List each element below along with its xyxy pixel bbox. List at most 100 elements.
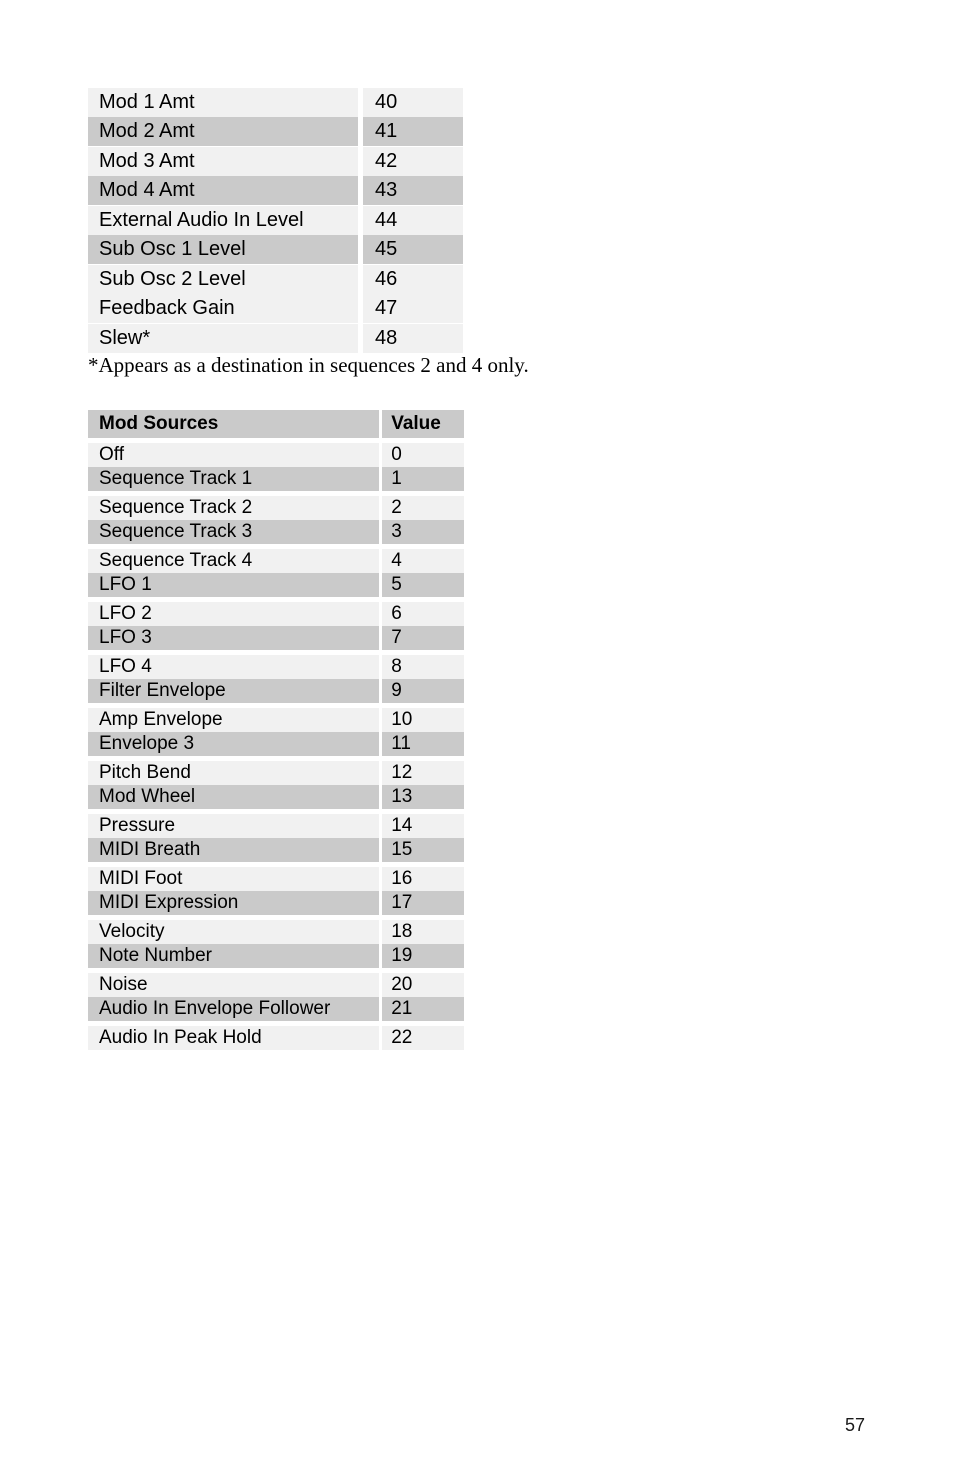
row-label: Envelope 3 <box>88 732 380 756</box>
row-label: Velocity <box>88 920 380 944</box>
row-label: Audio In Envelope Follower <box>88 997 380 1021</box>
table-row: MIDI Expression 17 <box>88 891 464 915</box>
row-label: External Audio In Level <box>88 206 358 235</box>
row-value: 10 <box>382 708 464 732</box>
row-label: Sequence Track 4 <box>88 549 380 573</box>
row-label: Mod Wheel <box>88 785 380 809</box>
row-label: Slew* <box>88 324 358 353</box>
row-label: Off <box>88 443 380 467</box>
table-row: Filter Envelope 9 <box>88 679 464 703</box>
table-row: Note Number 19 <box>88 944 464 968</box>
table-row: Mod 2 Amt 41 <box>88 117 464 146</box>
row-value: 14 <box>382 814 464 838</box>
mod-destinations-table: Mod 1 Amt 40 Mod 2 Amt 41 Mod 3 Amt 42 Mod 4 A… <box>88 88 464 353</box>
table-row: Pressure 14 <box>88 814 464 838</box>
row-label: MIDI Breath <box>88 838 380 862</box>
row-label: Amp Envelope <box>88 708 380 732</box>
table-row: MIDI Foot 16 <box>88 867 464 891</box>
table-row: Feedback Gain 47 <box>88 294 464 323</box>
row-value: 5 <box>382 573 464 597</box>
row-value: 7 <box>382 626 464 650</box>
row-value: 21 <box>382 997 464 1021</box>
row-label: LFO 4 <box>88 655 380 679</box>
row-label: Audio In Peak Hold <box>88 1026 380 1050</box>
row-value: 47 <box>363 294 463 323</box>
table-row: LFO 15 <box>88 573 464 597</box>
row-value: 40 <box>363 88 463 117</box>
row-value: 44 <box>363 206 463 235</box>
row-value: 46 <box>363 265 463 294</box>
row-value: 20 <box>382 973 464 997</box>
row-label: MIDI Foot <box>88 867 380 891</box>
row-label: Mod 4 Amt <box>88 176 358 205</box>
table-row: LFO 26 <box>88 602 464 626</box>
row-value: 16 <box>382 867 464 891</box>
table-row: Velocity 18 <box>88 920 464 944</box>
row-value: 43 <box>363 176 463 205</box>
column-header-label: Mod Sources <box>88 410 380 438</box>
table-row: Sequence Track 22 <box>88 496 464 520</box>
row-label: LFO 1 <box>88 573 380 597</box>
page-number: 57 <box>845 1415 866 1435</box>
row-value: 11 <box>382 732 464 756</box>
row-value: 9 <box>382 679 464 703</box>
row-value: 17 <box>382 891 464 915</box>
row-label: Mod 2 Amt <box>88 117 358 146</box>
table-row: Envelope 3 11 <box>88 732 464 756</box>
table-row: Sequence Track 11 <box>88 467 464 491</box>
row-value: 13 <box>382 785 464 809</box>
table-row: Mod 4 Amt 43 <box>88 176 464 205</box>
row-label: Sub Osc 2 Level <box>88 265 358 294</box>
row-label: Pitch Bend <box>88 761 380 785</box>
row-value: 6 <box>382 602 464 626</box>
table-row: Sequence Track 44 <box>88 549 464 573</box>
table-row: Sub Osc 2 Level 46 <box>88 265 464 294</box>
footnote-text: *Appears as a destination in sequences 2… <box>88 353 529 377</box>
row-value: 45 <box>363 235 463 264</box>
row-label: Sequence Track 1 <box>88 467 380 491</box>
table-row: Amp Envelope 10 <box>88 708 464 732</box>
row-value: 8 <box>382 655 464 679</box>
table-row: Audio In Peak Hold 22 <box>88 1026 464 1050</box>
table-row: Mod 1 Amt 40 <box>88 88 464 117</box>
table-header-row: Mod Sources Value <box>88 410 464 438</box>
row-label: Sequence Track 3 <box>88 520 380 544</box>
row-value: 0 <box>382 443 464 467</box>
column-header-value: Value <box>382 410 464 438</box>
table-row: LFO 48 <box>88 655 464 679</box>
row-label: Feedback Gain <box>88 294 358 323</box>
table-row: Audio In Envelope Follower 21 <box>88 997 464 1021</box>
row-value: 19 <box>382 944 464 968</box>
row-label: Note Number <box>88 944 380 968</box>
table-row: Mod 3 Amt 42 <box>88 147 464 176</box>
row-value: 3 <box>382 520 464 544</box>
row-label: Sub Osc 1 Level <box>88 235 358 264</box>
row-label: MIDI Expression <box>88 891 380 915</box>
row-label: LFO 2 <box>88 602 380 626</box>
row-label: LFO 3 <box>88 626 380 650</box>
row-value: 41 <box>363 117 463 146</box>
row-label: Mod 1 Amt <box>88 88 358 117</box>
table-row: Slew* 48 <box>88 324 464 353</box>
row-value: 48 <box>363 324 463 353</box>
table-row: Noise 20 <box>88 973 464 997</box>
row-value: 42 <box>363 147 463 176</box>
row-label: Sequence Track 2 <box>88 496 380 520</box>
row-value: 15 <box>382 838 464 862</box>
row-value: 4 <box>382 549 464 573</box>
row-value: 18 <box>382 920 464 944</box>
row-value: 1 <box>382 467 464 491</box>
table-row: Sub Osc 1 Level 45 <box>88 235 464 264</box>
mod-sources-table: Mod Sources Value Off 0 Sequence Track 1 1 Seq… <box>88 410 464 1050</box>
row-label: Filter Envelope <box>88 679 380 703</box>
table-row: Off 0 <box>88 443 464 467</box>
table-row: Pitch Bend 12 <box>88 761 464 785</box>
row-label: Noise <box>88 973 380 997</box>
document-page: Mod 1 Amt 40 Mod 2 Amt 41 Mod 3 Amt 42 Mod 4 A… <box>0 0 954 1475</box>
row-label: Mod 3 Amt <box>88 147 358 176</box>
row-label: Pressure <box>88 814 380 838</box>
table-row: LFO 37 <box>88 626 464 650</box>
row-value: 22 <box>382 1026 464 1050</box>
table-row: MIDI Breath 15 <box>88 838 464 862</box>
table-row: Mod Wheel 13 <box>88 785 464 809</box>
